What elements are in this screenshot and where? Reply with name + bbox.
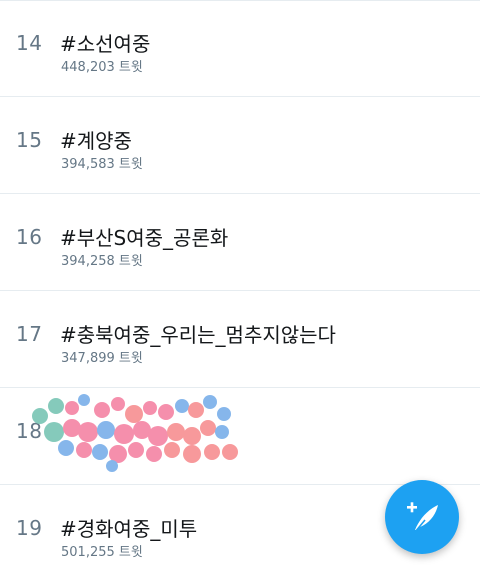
trend-row[interactable]: 17 #충북여중_우리는_멈추지않는다 347,899 트윗 [0, 291, 480, 388]
compose-tweet-button[interactable] [385, 480, 459, 554]
trend-hashtag: #소선여중 [60, 32, 151, 56]
trend-hashtag: #경화여중_미투 [60, 517, 198, 541]
trend-rank: 19 [16, 516, 43, 540]
trend-tweet-count: 394,583 트윗 [61, 157, 143, 172]
trend-row[interactable]: 14 #소선여중 448,203 트윗 [0, 0, 480, 97]
compose-tweet-icon [407, 502, 438, 533]
trend-tweet-count: 501,255 트윗 [61, 545, 143, 560]
redaction-scribble [32, 394, 238, 472]
trend-row[interactable]: 16 #부산S여중_공론화 394,258 트윗 [0, 194, 480, 291]
trend-rank: 16 [16, 225, 43, 249]
trend-hashtag: #충북여중_우리는_멈추지않는다 [60, 323, 336, 347]
trend-hashtag: #계양중 [60, 129, 132, 153]
trend-rank: 14 [16, 31, 43, 55]
trend-hashtag: #부산S여중_공론화 [60, 226, 229, 250]
trend-rank: 17 [16, 322, 43, 346]
trend-row[interactable]: 15 #계양중 394,583 트윗 [0, 97, 480, 194]
trend-rank: 15 [16, 128, 43, 152]
trend-tweet-count: 448,203 트윗 [61, 60, 143, 75]
trend-tweet-count: 347,899 트윗 [61, 351, 143, 366]
trend-tweet-count: 394,258 트윗 [61, 254, 143, 269]
